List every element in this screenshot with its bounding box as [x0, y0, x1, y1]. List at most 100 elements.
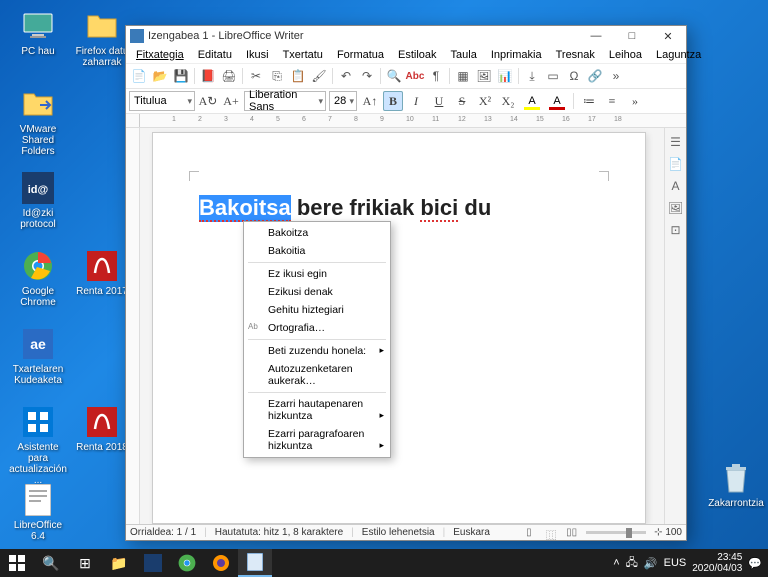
taskbar-firefox-icon[interactable] — [204, 549, 238, 577]
minimize-button[interactable]: — — [578, 26, 614, 46]
cut-icon[interactable]: ✂ — [246, 66, 266, 86]
menu-help[interactable]: Laguntza — [650, 48, 707, 62]
desktop-icon-txartelaren[interactable]: aeTxartelaren Kudeaketa — [8, 326, 68, 386]
maximize-button[interactable]: □ — [614, 26, 650, 46]
tray-volume-icon[interactable]: 🔊 — [644, 557, 658, 570]
grow-font-icon[interactable]: A↑ — [360, 91, 380, 111]
status-style[interactable]: Estilo lehenetsia — [362, 527, 435, 538]
document-text[interactable]: Bakoitsa bere frikiak bici du — [199, 195, 599, 221]
copy-icon[interactable]: ⎘ — [267, 66, 287, 86]
taskbar-idazki-icon[interactable] — [136, 549, 170, 577]
save-icon[interactable]: 💾 — [171, 66, 191, 86]
highlight-color-button[interactable]: A — [521, 91, 543, 111]
image-icon[interactable]: 🖼 — [474, 66, 494, 86]
new-doc-icon[interactable]: 📄 — [129, 66, 149, 86]
font-name-combo[interactable]: Liberation Sans — [244, 91, 326, 111]
strike-button[interactable]: S — [452, 91, 472, 111]
desktop-icon-renta2017[interactable]: Renta 2017 — [72, 248, 132, 297]
font-size-combo[interactable]: 28 — [329, 91, 357, 111]
vertical-ruler[interactable] — [126, 128, 140, 524]
open-icon[interactable]: 📂 — [150, 66, 170, 86]
more-icon[interactable]: » — [606, 66, 626, 86]
tray-network-icon[interactable]: 🖧 — [626, 554, 638, 573]
superscript-button[interactable]: X² — [475, 91, 495, 111]
paste-icon[interactable]: 📋 — [288, 66, 308, 86]
menu-format[interactable]: Formatua — [331, 48, 390, 62]
start-button[interactable] — [0, 549, 34, 577]
close-button[interactable]: ✕ — [650, 26, 686, 46]
add-to-dict-item[interactable]: Gehitu hiztegiari — [244, 301, 390, 319]
menu-form[interactable]: Inprimakia — [485, 48, 548, 62]
undo-icon[interactable]: ↶ — [336, 66, 356, 86]
set-selection-lang-item[interactable]: Ezarri hautapenaren hizkuntza — [244, 395, 390, 425]
view-multi-icon[interactable]: ⿲ — [546, 527, 558, 539]
desktop-icon-renta2018[interactable]: Renta 2018 — [72, 404, 132, 453]
taskbar-writer-icon[interactable] — [238, 549, 272, 577]
field-icon[interactable]: ▭ — [543, 66, 563, 86]
pagebreak-icon[interactable]: ⤓ — [522, 66, 542, 86]
bullets-icon[interactable]: ≔ — [579, 91, 599, 111]
desktop-icon-vmware-folders[interactable]: VMware Shared Folders — [8, 86, 68, 157]
zoom-slider[interactable] — [586, 531, 646, 534]
menu-insert[interactable]: Txertatu — [277, 48, 329, 62]
spelling-dialog-item[interactable]: AbOrtografia… — [244, 319, 390, 337]
page[interactable]: Bakoitsa bere frikiak bici du Bakoitza B… — [152, 132, 646, 524]
special-char-icon[interactable]: Ω — [564, 66, 584, 86]
underline-button[interactable]: U — [429, 91, 449, 111]
menu-table[interactable]: Taula — [445, 48, 483, 62]
taskbar-explorer-icon[interactable]: 📁 — [102, 549, 136, 577]
menu-styles[interactable]: Estiloak — [392, 48, 443, 62]
menu-file[interactable]: Fitxategia — [130, 48, 190, 62]
sidebar-properties-icon[interactable]: ☰ — [668, 134, 684, 150]
desktop-icon-libreoffice[interactable]: LibreOffice 6.4 — [8, 482, 68, 542]
menu-tools[interactable]: Tresnak — [550, 48, 601, 62]
new-style-icon[interactable]: A+ — [221, 91, 241, 111]
ignore-item[interactable]: Ez ikusi egin — [244, 265, 390, 283]
menu-edit[interactable]: Editatu — [192, 48, 238, 62]
suggestion-item[interactable]: Bakoitza — [244, 224, 390, 242]
table-icon[interactable]: ▦ — [453, 66, 473, 86]
find-icon[interactable]: 🔍 — [384, 66, 404, 86]
view-book-icon[interactable]: ▯▯ — [566, 527, 578, 539]
sidebar-navigator-icon[interactable]: ⊡ — [668, 222, 684, 238]
search-icon[interactable]: 🔍 — [34, 549, 68, 577]
status-language[interactable]: Euskara — [453, 527, 490, 538]
bold-button[interactable]: B — [383, 91, 403, 111]
sidebar-styles-icon[interactable]: A — [668, 178, 684, 194]
hyperlink-icon[interactable]: 🔗 — [585, 66, 605, 86]
print-icon[interactable]: 🖨 — [219, 66, 239, 86]
desktop-icon-update-assistant[interactable]: Asistente para actualización... — [8, 404, 68, 486]
desktop-icon-idazki[interactable]: id@Id@zki protocol — [8, 170, 68, 230]
desktop-icon-firefox-data[interactable]: Firefox datu zaharrak — [72, 8, 132, 68]
taskbar-chrome-icon[interactable] — [170, 549, 204, 577]
spellcheck-icon[interactable]: Abc — [405, 66, 425, 86]
menu-window[interactable]: Leihoa — [603, 48, 648, 62]
nonprinting-icon[interactable]: ¶ — [426, 66, 446, 86]
menu-view[interactable]: Ikusi — [240, 48, 275, 62]
selected-word[interactable]: Bakoitsa — [199, 195, 291, 222]
desktop-icon-trash[interactable]: Zakarrontzia — [706, 460, 766, 509]
taskbar-clock[interactable]: 23:45 2020/04/03 — [692, 552, 742, 574]
titlebar[interactable]: Izengabea 1 - LibreOffice Writer — □ ✕ — [126, 26, 686, 46]
view-single-icon[interactable]: ▯ — [526, 527, 538, 539]
numbering-icon[interactable]: ≡ — [602, 91, 622, 111]
tray-language[interactable]: EUS — [664, 557, 687, 569]
desktop-icon-chrome[interactable]: Google Chrome — [8, 248, 68, 308]
subscript-button[interactable]: X₂ — [498, 91, 518, 111]
task-view-icon[interactable]: ⊞ — [68, 549, 102, 577]
notification-icon[interactable]: 💬 — [748, 557, 762, 570]
ignore-all-item[interactable]: Ezikusi denak — [244, 283, 390, 301]
status-page[interactable]: Orrialdea: 1 / 1 — [130, 527, 196, 538]
set-paragraph-lang-item[interactable]: Ezarri paragrafoaren hizkuntza — [244, 425, 390, 455]
desktop-icon-pc[interactable]: PC hau — [8, 8, 68, 57]
italic-button[interactable]: I — [406, 91, 426, 111]
font-color-button[interactable]: A — [546, 91, 568, 111]
more-fmt-icon[interactable]: » — [625, 91, 645, 111]
sidebar-gallery-icon[interactable]: 🖼 — [668, 200, 684, 216]
autocorrect-options-item[interactable]: Autozuzenketaren aukerak… — [244, 360, 390, 390]
zoom-value[interactable]: ⊹ 100 — [654, 527, 682, 538]
horizontal-ruler[interactable]: 123456789101112131415161718 — [126, 114, 686, 128]
export-pdf-icon[interactable]: 📕 — [198, 66, 218, 86]
redo-icon[interactable]: ↷ — [357, 66, 377, 86]
always-correct-item[interactable]: Beti zuzendu honela: — [244, 342, 390, 360]
